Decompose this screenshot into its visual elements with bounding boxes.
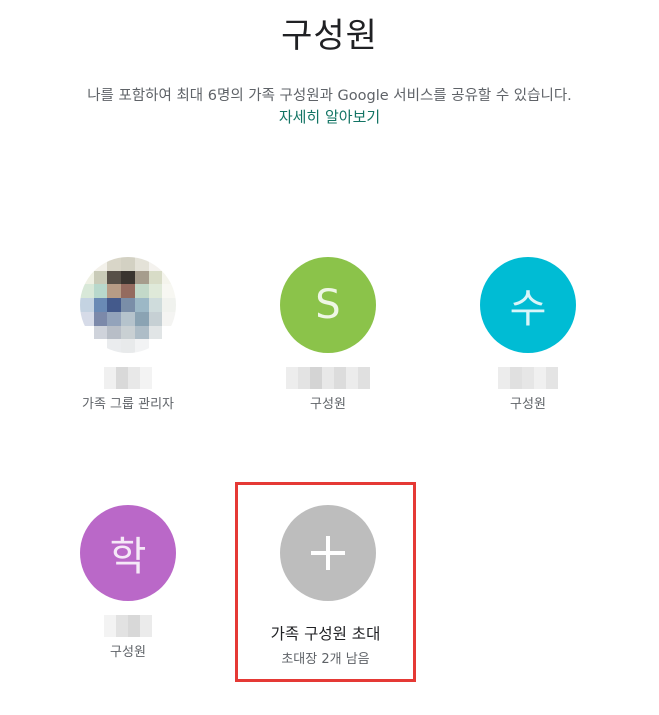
avatar-letter[interactable]: 학 bbox=[80, 505, 176, 601]
member-card-manager[interactable]: 가족 그룹 관리자 bbox=[38, 257, 218, 412]
page-title: 구성원 bbox=[281, 16, 378, 56]
member-role: 가족 그룹 관리자 bbox=[82, 397, 174, 412]
avatar-letter[interactable]: 수 bbox=[480, 257, 576, 353]
member-name-redacted bbox=[238, 367, 418, 389]
member-name-redacted bbox=[38, 615, 218, 637]
member-card-s[interactable]: S 구성원 bbox=[238, 257, 418, 412]
learn-more-link[interactable]: 자세히 알아보기 bbox=[0, 106, 659, 127]
member-name-redacted bbox=[438, 367, 618, 389]
avatar-photo[interactable] bbox=[80, 257, 176, 353]
member-name-redacted bbox=[38, 367, 218, 389]
invite-member-button[interactable] bbox=[280, 505, 376, 601]
member-role: 구성원 bbox=[510, 397, 546, 412]
member-card-su[interactable]: 수 구성원 bbox=[438, 257, 618, 412]
member-role: 구성원 bbox=[110, 645, 146, 660]
plus-icon bbox=[311, 536, 345, 570]
member-role: 구성원 bbox=[310, 397, 346, 412]
avatar-letter[interactable]: S bbox=[280, 257, 376, 353]
member-card-hak[interactable]: 학 구성원 bbox=[38, 505, 218, 660]
invite-member-label[interactable]: 가족 구성원 초대 bbox=[235, 622, 416, 644]
family-description: 나를 포함하여 최대 6명의 가족 구성원과 Google 서비스를 공유할 수… bbox=[87, 88, 572, 104]
invites-remaining: 초대장 2개 남음 bbox=[281, 652, 370, 667]
